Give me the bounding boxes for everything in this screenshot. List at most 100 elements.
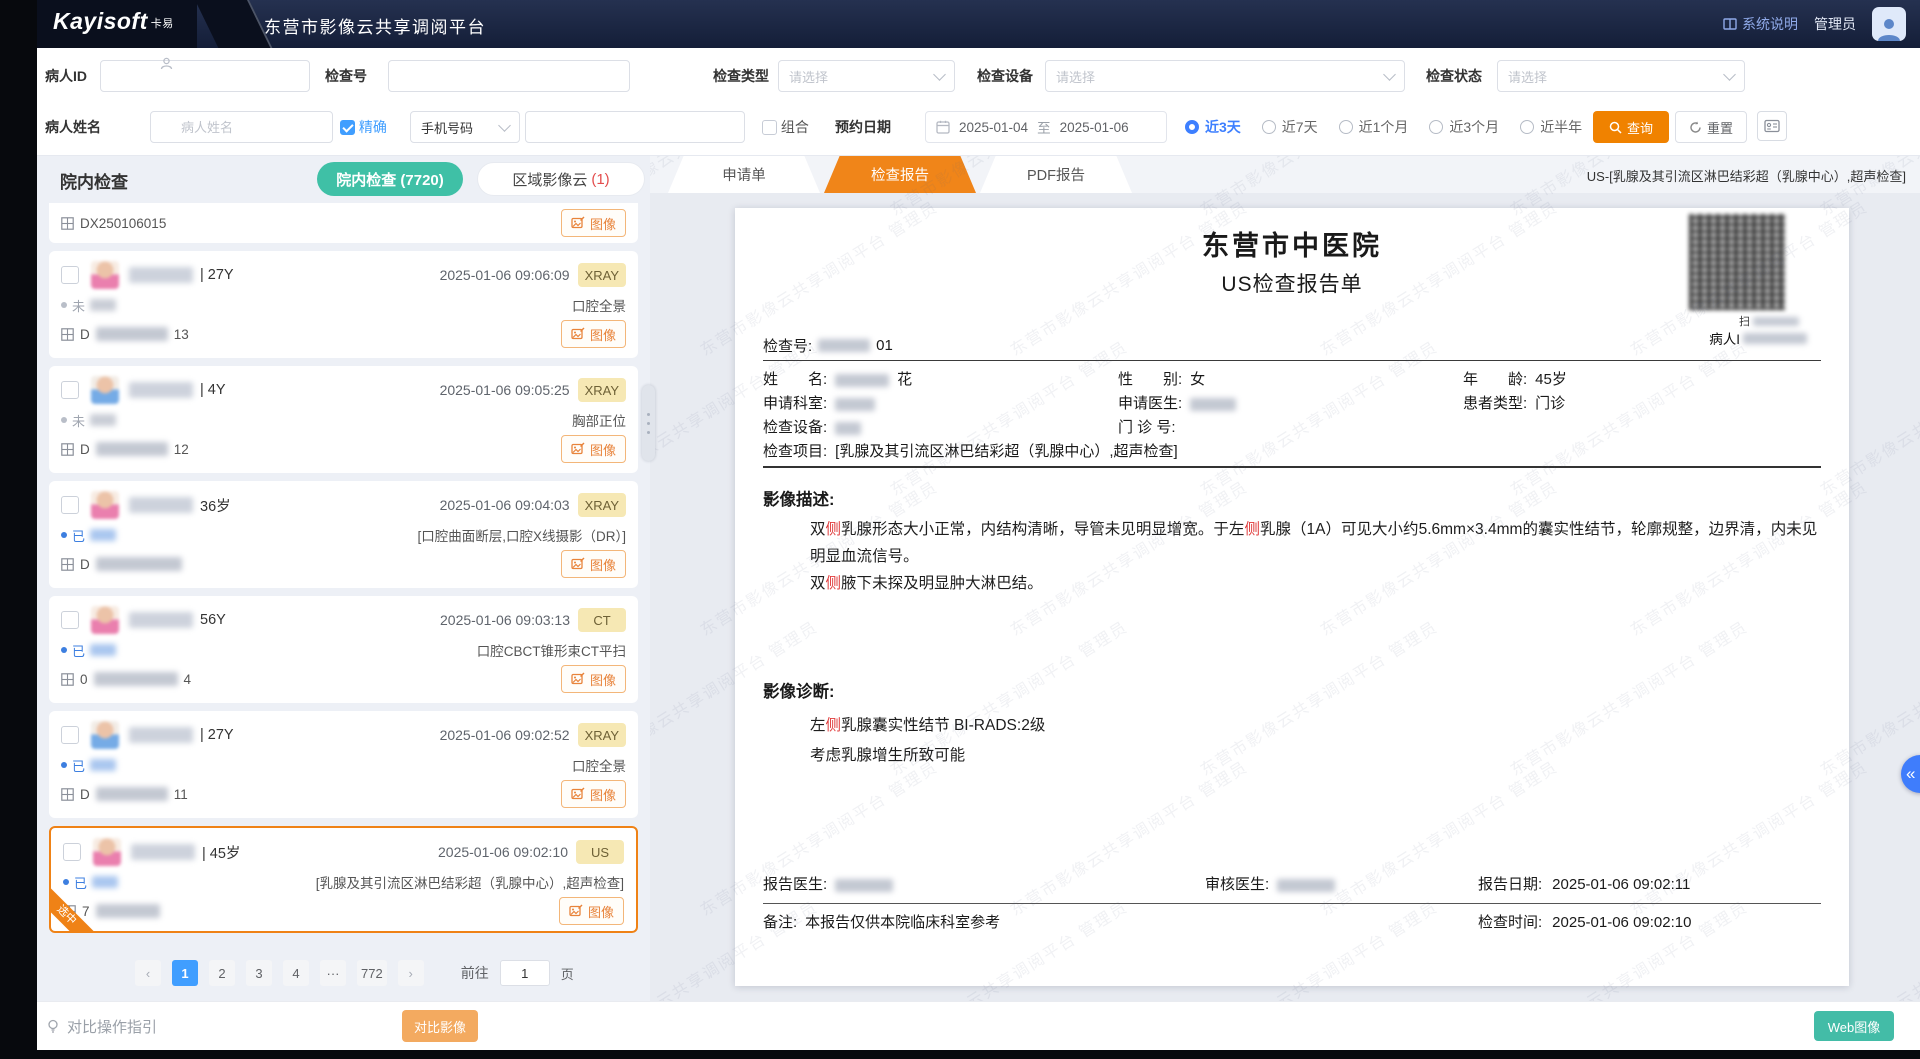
info-label: 申请医生: xyxy=(1118,392,1182,416)
item-checkbox[interactable] xyxy=(61,266,79,284)
item-checkbox[interactable] xyxy=(61,611,79,629)
exam-list-item[interactable]: | 27Y2025-01-06 09:02:52XRAY已口腔全景D11图像 xyxy=(49,711,638,818)
image-button[interactable]: 图像 xyxy=(561,665,626,693)
compare-guide[interactable]: 对比操作指引 xyxy=(45,1002,157,1050)
item-checkbox[interactable] xyxy=(61,726,79,744)
panel-resize-handle[interactable] xyxy=(642,385,655,461)
page-button-4[interactable]: 4 xyxy=(283,960,309,986)
exam-description: 胸部正位 xyxy=(572,410,626,430)
review-doctor: 审核医生: xyxy=(1205,872,1335,898)
exam-no-input[interactable] xyxy=(388,60,630,92)
exam-list-item[interactable]: | 4Y2025-01-06 09:05:25XRAY未胸部正位D12图像 xyxy=(49,366,638,473)
image-edit-icon xyxy=(571,327,585,341)
image-button[interactable]: 图像 xyxy=(561,209,626,237)
exam-description: 口腔全景 xyxy=(572,295,626,315)
image-button[interactable]: 图像 xyxy=(561,550,626,578)
exam-list-item[interactable]: 36岁2025-01-06 09:04:03XRAY已[口腔曲面断层,口腔X线摄… xyxy=(49,481,638,588)
exam-type-select[interactable]: 请选择 xyxy=(778,60,955,92)
tab-PDF报告[interactable]: PDF报告 xyxy=(980,155,1132,193)
exam-device-select[interactable]: 请选择 xyxy=(1045,60,1405,92)
patient-info-cell: 患者类型:门诊 xyxy=(1463,392,1821,416)
date-range-picker[interactable]: 2025-01-04 至 2025-01-06 xyxy=(925,111,1167,143)
radio-icon xyxy=(1339,120,1353,134)
exact-checkbox[interactable]: 精确 xyxy=(340,111,387,143)
status-redacted xyxy=(90,299,116,311)
exam-id-redacted xyxy=(96,557,182,571)
select-placeholder: 请选择 xyxy=(1508,67,1725,86)
page-button-1[interactable]: 1 xyxy=(172,960,198,986)
user-avatar[interactable] xyxy=(1872,7,1906,41)
item-checkbox[interactable] xyxy=(61,496,79,514)
item-checkbox[interactable] xyxy=(63,843,81,861)
exam-item-row2: 未 胸部正位 xyxy=(61,410,626,430)
page-button-2[interactable]: 2 xyxy=(209,960,235,986)
exam-type-label: 检查类型 xyxy=(713,60,769,92)
radio-range-近3天[interactable]: 近3天 xyxy=(1185,117,1241,137)
prev-page-button[interactable]: ‹ xyxy=(135,960,161,986)
read-status: 已 xyxy=(61,756,116,775)
image-button[interactable]: 图像 xyxy=(559,897,624,925)
radio-range-近1个月[interactable]: 近1个月 xyxy=(1339,117,1409,137)
exam-status-select[interactable]: 请选择 xyxy=(1497,60,1745,92)
tab-hospital-exams[interactable]: 院内检查 (7720) xyxy=(317,162,463,196)
page-button-···[interactable]: ··· xyxy=(320,960,346,986)
exam-list-item[interactable]: | 45岁2025-01-06 09:02:10US已[乳腺及其引流区淋巴结彩超… xyxy=(49,826,638,933)
patient-info-row: 姓 名:花性 别:女年 龄:45岁 xyxy=(763,368,1821,392)
exam-item-row3: D12图像 xyxy=(61,435,626,463)
radio-range-近半年[interactable]: 近半年 xyxy=(1520,117,1582,137)
page-title: 东营市影像云共享调阅平台 xyxy=(264,13,486,38)
tab-region-cloud[interactable]: 区域影像云 (1) xyxy=(477,162,645,196)
tab-检查报告[interactable]: 检查报告 xyxy=(824,155,976,193)
image-button[interactable]: 图像 xyxy=(561,320,626,348)
patient-avatar xyxy=(91,721,119,749)
patient-age: | 45岁 xyxy=(202,842,240,863)
combine-checkbox[interactable]: 组合 xyxy=(762,111,809,143)
patient-id-input[interactable] xyxy=(100,60,310,92)
search-button[interactable]: 查询 xyxy=(1593,111,1669,143)
radio-range-近7天[interactable]: 近7天 xyxy=(1262,117,1318,137)
image-button[interactable]: 图像 xyxy=(561,435,626,463)
description-paragraph: 双侧乳腺形态大小正常，内结构清晰，导管未见明显增宽。于左侧乳腺（1A）可见大小约… xyxy=(810,516,1823,570)
phone-field-select[interactable]: 手机号码 xyxy=(410,111,520,143)
patient-name-input[interactable] xyxy=(150,111,333,143)
report-exam-no-suffix: 01 xyxy=(876,337,893,354)
layout-settings-button[interactable] xyxy=(1757,111,1787,141)
tab-申请单[interactable]: 申请单 xyxy=(668,155,820,193)
page-button-3[interactable]: 3 xyxy=(246,960,272,986)
image-button[interactable]: 图像 xyxy=(561,780,626,808)
goto-page-input[interactable] xyxy=(500,960,550,986)
system-help-link[interactable]: 系统说明 xyxy=(1723,14,1798,34)
item-checkbox[interactable] xyxy=(61,381,79,399)
exam-datetime: 2025-01-06 09:02:52 xyxy=(440,727,570,743)
calendar-icon xyxy=(936,120,950,134)
image-button-label: 图像 xyxy=(588,902,614,921)
patient-id-caption-text: 病人I xyxy=(1709,328,1740,348)
exam-item-row3: D11图像 xyxy=(61,780,626,808)
reset-button[interactable]: 重置 xyxy=(1675,111,1747,143)
exam-id-suffix: 4 xyxy=(184,672,192,687)
diagnosis-line: 考虑乳腺增生所致可能 xyxy=(810,741,1823,771)
patient-avatar xyxy=(93,838,121,866)
exam-list-item[interactable]: 56Y2025-01-06 09:03:13CT已口腔CBCT锥形束CT平扫04… xyxy=(49,596,638,703)
next-page-button[interactable]: › xyxy=(398,960,424,986)
reset-button-label: 重置 xyxy=(1707,118,1733,137)
exam-list-item[interactable]: | 27Y2025-01-06 09:06:09XRAY未口腔全景D13图像 xyxy=(49,251,638,358)
exam-datetime: 2025-01-06 09:03:13 xyxy=(440,612,570,628)
compare-images-button[interactable]: 对比影像 xyxy=(402,1010,478,1042)
username-label[interactable]: 管理员 xyxy=(1814,14,1856,34)
status-text: 未 xyxy=(72,411,85,430)
exam-id-redacted xyxy=(94,672,178,686)
modality-badge: US xyxy=(576,840,624,864)
exam-item-row2: 未口腔全景 xyxy=(61,295,626,315)
page-button-772[interactable]: 772 xyxy=(357,960,387,986)
exam-card-partial[interactable]: DX250106015 图像 xyxy=(49,203,638,243)
info-value-redacted xyxy=(835,422,861,435)
phone-input[interactable] xyxy=(525,111,745,143)
web-image-button[interactable]: Web图像 xyxy=(1814,1011,1894,1041)
patient-name-label: 病人姓名 xyxy=(45,111,101,143)
read-status: 已 xyxy=(61,526,116,545)
radio-range-近3个月[interactable]: 近3个月 xyxy=(1429,117,1499,137)
exam-id-prefix: D xyxy=(80,327,90,342)
status-dot-icon xyxy=(61,762,67,768)
exam-time-value: 2025-01-06 09:02:10 xyxy=(1552,910,1691,936)
